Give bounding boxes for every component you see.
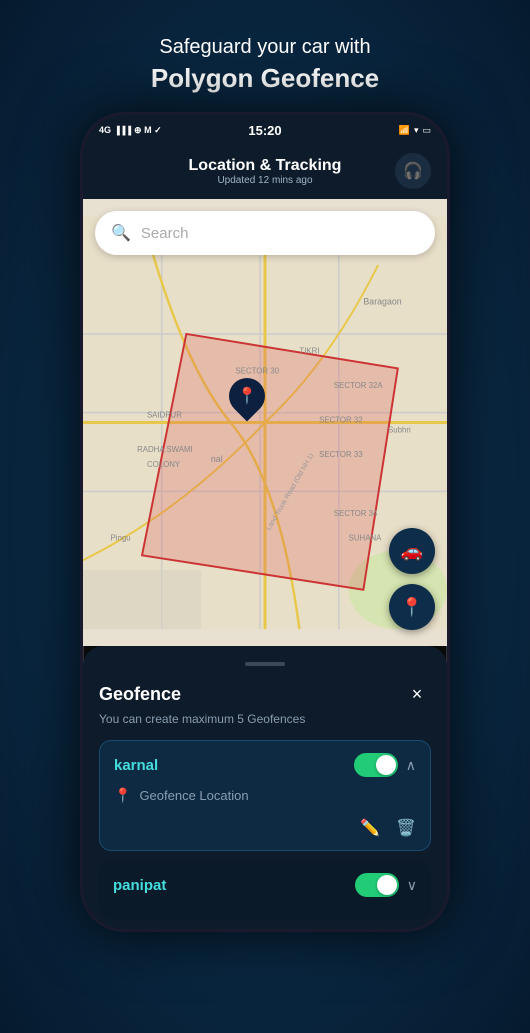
phone-frame: 4G ▐▐▐ ⊕ M ✓ 15:20 📶 ▾ ▭ Location & Trac… [80,112,450,932]
battery-icon: ▭ [422,125,431,136]
geofence-name-karnal: karnal [114,757,158,774]
geofence-location-row: 📍 Geofence Location [114,787,416,804]
header-title: Location & Tracking [135,157,395,175]
svg-text:Baragaon: Baragaon [363,296,401,306]
svg-text:nal: nal [211,454,223,464]
geofence-controls-panipat: ∨ [355,873,417,897]
header-subtitle: Updated 12 mins ago [135,175,395,186]
geofence-controls-karnal: ∧ [354,753,416,777]
headline-top: Safeguard your car with [151,36,379,59]
delete-icon[interactable]: 🗑️ [396,818,416,838]
svg-text:SECTOR 34: SECTOR 34 [334,509,378,518]
wifi-icon: ▾ [414,125,419,136]
geofence-location-label: Geofence Location [139,788,248,803]
svg-text:RADHA SWAMI: RADHA SWAMI [137,445,193,454]
geofence-panel: Geofence × You can create maximum 5 Geof… [83,646,447,929]
signal-bars: ▐▐▐ [114,126,131,135]
headset-button[interactable]: 🎧 [395,153,431,189]
map-pin: 📍 [229,378,265,414]
svg-text:SUHANA: SUHANA [349,534,383,543]
app-header: Location & Tracking Updated 12 mins ago … [83,145,447,199]
geofence-name-panipat: panipat [113,877,166,894]
car-location-button[interactable]: 🚗 [389,528,435,574]
svg-text:Pingu: Pingu [111,534,131,543]
panel-header: Geofence × [99,680,431,708]
geofence-item-header-karnal: karnal ∧ [114,753,416,777]
edit-icon[interactable]: ✏️ [360,818,380,838]
svg-text:TIKRI: TIKRI [299,347,319,356]
status-right: 📶 ▾ ▭ [399,125,431,136]
phone-icon: 📶 [399,125,410,136]
geofence-toggle-panipat[interactable] [355,873,399,897]
svg-text:SECTOR 33: SECTOR 33 [319,450,363,459]
search-icon: 🔍 [111,223,131,243]
geofence-item-header-panipat: panipat ∨ [113,873,417,897]
headset-icon: 🎧 [403,161,423,181]
signal-4g: 4G [99,125,111,135]
search-bar[interactable]: 🔍 Search [95,211,435,255]
phone-pin-icon: 📍 [401,597,423,618]
panel-title: Geofence [99,684,181,705]
location-icon: 📍 [114,787,131,804]
headline: Safeguard your car with Polygon Geofence [151,36,379,94]
toggle-knob-karnal [376,755,396,775]
status-bar: 4G ▐▐▐ ⊕ M ✓ 15:20 📶 ▾ ▭ [83,115,447,145]
status-time: 15:20 [248,123,281,138]
chevron-up-karnal[interactable]: ∧ [406,757,416,774]
map-area[interactable]: Baragaon TIKRI SECTOR 30 SECTOR 32A SECT… [83,199,447,646]
svg-text:SAIDPUR: SAIDPUR [147,411,182,420]
svg-text:COLONY: COLONY [147,460,181,469]
phone-location-button[interactable]: 📍 [389,584,435,630]
status-icons: ⊕ M ✓ [134,125,162,136]
svg-text:SECTOR 30: SECTOR 30 [235,366,279,375]
panel-handle [245,662,285,666]
svg-text:SECTOR 32: SECTOR 32 [319,416,363,425]
panel-close-button[interactable]: × [403,680,431,708]
headline-bold: Polygon Geofence [151,63,379,94]
search-input[interactable]: Search [141,225,189,242]
geofence-item-karnal: karnal ∧ 📍 Geofence Location ✏️ 🗑️ [99,740,431,851]
status-left: 4G ▐▐▐ ⊕ M ✓ [99,125,162,136]
car-icon: 🚗 [401,541,423,562]
toggle-knob-panipat [377,875,397,895]
geofence-toggle-karnal[interactable] [354,753,398,777]
geofence-actions: ✏️ 🗑️ [114,814,416,838]
pin-icon: 📍 [237,386,257,406]
fab-buttons: 🚗 📍 [389,528,435,630]
geofence-item-panipat: panipat ∨ [99,861,431,919]
panel-subtitle: You can create maximum 5 Geofences [99,712,431,726]
chevron-down-panipat[interactable]: ∨ [407,877,417,894]
svg-text:SECTOR 32A: SECTOR 32A [334,381,384,390]
header-title-area: Location & Tracking Updated 12 mins ago [135,157,395,186]
svg-text:Subhri: Subhri [388,425,411,434]
